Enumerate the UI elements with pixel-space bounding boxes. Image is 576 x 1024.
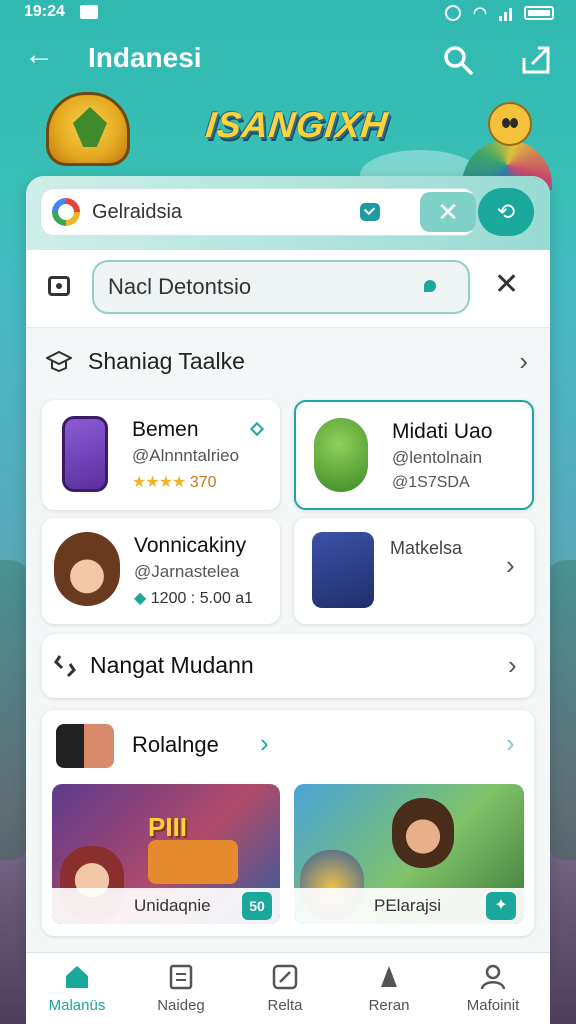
section-promo: Rolalnge › › PIII Unidaqnie 50 PElarajsi… [42, 710, 534, 936]
tile-badge[interactable]: 50 [242, 892, 272, 920]
share-button[interactable]: ⟲ [478, 188, 534, 236]
main-panel: ✕ ⟲ ✕ Shaniag Taalke › Bemen @Alnnntalri… [26, 176, 550, 976]
link-icon [54, 655, 76, 678]
close-icon[interactable]: ✕ [494, 270, 519, 300]
back-arrow-icon[interactable]: ← [24, 40, 54, 70]
share-edit-icon[interactable] [518, 42, 554, 78]
card-handle: @Alnnntalrieo [132, 446, 240, 465]
chevron-right-icon[interactable]: › [260, 728, 269, 759]
nav-label: Mafoinit [466, 997, 520, 1014]
profile-icon [480, 964, 506, 990]
promo-avatar [56, 724, 114, 768]
chevron-right-icon: › [508, 650, 517, 680]
nav-item-home[interactable]: Malanüs [32, 963, 122, 1014]
search-header: ✕ ⟲ [26, 176, 550, 250]
card-handle: @lentolnain [392, 448, 483, 467]
verified-icon [360, 203, 380, 221]
card-meta: 1200 : 5.00 a1 [150, 590, 254, 607]
brand-logo [46, 92, 130, 166]
secondary-search-input[interactable] [108, 272, 408, 302]
creator-card[interactable]: Matkelsa › [294, 518, 534, 624]
wifi-icon: ◠ [473, 5, 487, 22]
chevron-right-icon[interactable]: › [506, 728, 515, 759]
diamond-icon [249, 421, 265, 437]
google-icon [52, 198, 80, 226]
search-icon[interactable] [440, 42, 476, 78]
page-title: Indanesi [88, 42, 202, 73]
card-name: Vonnicakiny [134, 534, 247, 557]
creator-card[interactable]: Bemen @Alnnntalrieo ★★★★ 370 [42, 400, 280, 510]
status-time: 19:24 [24, 3, 65, 20]
chevron-right-icon: › [519, 346, 528, 376]
hero-banner: ISANGIXH [0, 86, 576, 190]
nav-label: Reran [368, 997, 410, 1014]
mascot-illustration [488, 102, 532, 146]
man-illustration [392, 798, 454, 868]
secondary-search-bar[interactable] [92, 260, 470, 314]
compass-icon [272, 964, 298, 990]
graduation-cap-icon [46, 350, 72, 373]
alarm-icon [445, 5, 462, 21]
app-bar: ← Indanesi [0, 30, 576, 86]
card-rating: 370 [189, 474, 217, 491]
coin-icon: ◆ [134, 590, 147, 607]
nav-item-compass[interactable]: Relta [240, 963, 330, 1014]
truck-illustration [148, 840, 238, 884]
nav-label: Malanüs [48, 997, 106, 1014]
tile-title: PElarajsi [374, 896, 442, 915]
section-featured-label: Nangat Mudann [90, 652, 254, 678]
creator-card[interactable]: Midati Uao @lentolnain @1S7SDA [294, 400, 534, 510]
star-rating-icon: ★★★★ [132, 474, 186, 491]
promo-tile[interactable]: PIII Unidaqnie 50 [52, 784, 280, 924]
nav-label: Relta [267, 997, 303, 1014]
nav-item-alerts[interactable]: Reran [344, 963, 434, 1014]
card-meta: @1S7SDA [392, 474, 470, 491]
bottom-navigation: Malanüs Naideg Relta Reran Mafoinit [26, 952, 550, 1024]
signal-icon [499, 5, 512, 21]
tile-title: Unidaqnie [134, 896, 211, 915]
status-bar: 19:24 ◠ [0, 0, 576, 26]
tile-caption-bar: Unidaqnie 50 [52, 888, 280, 924]
bell-icon [381, 966, 397, 987]
location-pin-icon [424, 280, 436, 292]
game-title-logo: ISANGIXH [203, 104, 391, 145]
battery-icon [524, 6, 554, 20]
tile-caption-bar: PElarajsi ✦ [294, 888, 524, 924]
promo-tile[interactable]: PElarajsi ✦ [294, 784, 524, 924]
phone-character-avatar [62, 416, 108, 492]
primary-search-bar[interactable]: ✕ [40, 188, 476, 236]
nav-item-list[interactable]: Naideg [136, 963, 226, 1014]
card-name: Midati Uao [392, 420, 493, 443]
card-name: Bemen [132, 418, 199, 441]
ninja-character-avatar [312, 532, 374, 608]
primary-search-input[interactable] [92, 196, 352, 228]
girl-avatar [54, 532, 120, 606]
bg-foliage [546, 560, 576, 860]
section-trending-label: Shaniag Taalke [88, 348, 245, 374]
clear-search-button[interactable]: ✕ [420, 192, 476, 232]
gallery-icon [80, 5, 98, 19]
section-trending-header[interactable]: Shaniag Taalke › [26, 328, 550, 396]
chevron-right-icon: › [506, 550, 515, 580]
home-icon [66, 966, 88, 988]
section-featured-header[interactable]: Nangat Mudann › [42, 634, 534, 698]
nav-item-profile[interactable]: Mafoinit [448, 963, 538, 1014]
nav-label: Naideg [157, 997, 205, 1014]
creature-avatar [314, 418, 368, 492]
camera-icon[interactable] [48, 276, 70, 296]
secondary-search-row: ✕ [26, 250, 550, 328]
tile-game-logo: PIII [148, 812, 188, 842]
card-handle: @Jarnastelea [134, 562, 240, 581]
list-icon [169, 964, 193, 990]
creator-card[interactable]: Vonnicakiny @Jarnastelea ◆ 1200 : 5.00 a… [42, 518, 280, 624]
twitter-icon[interactable]: ✦ [486, 892, 516, 920]
section-promo-label: Rolalnge [132, 732, 219, 757]
card-name: Matkelsa [390, 538, 463, 558]
